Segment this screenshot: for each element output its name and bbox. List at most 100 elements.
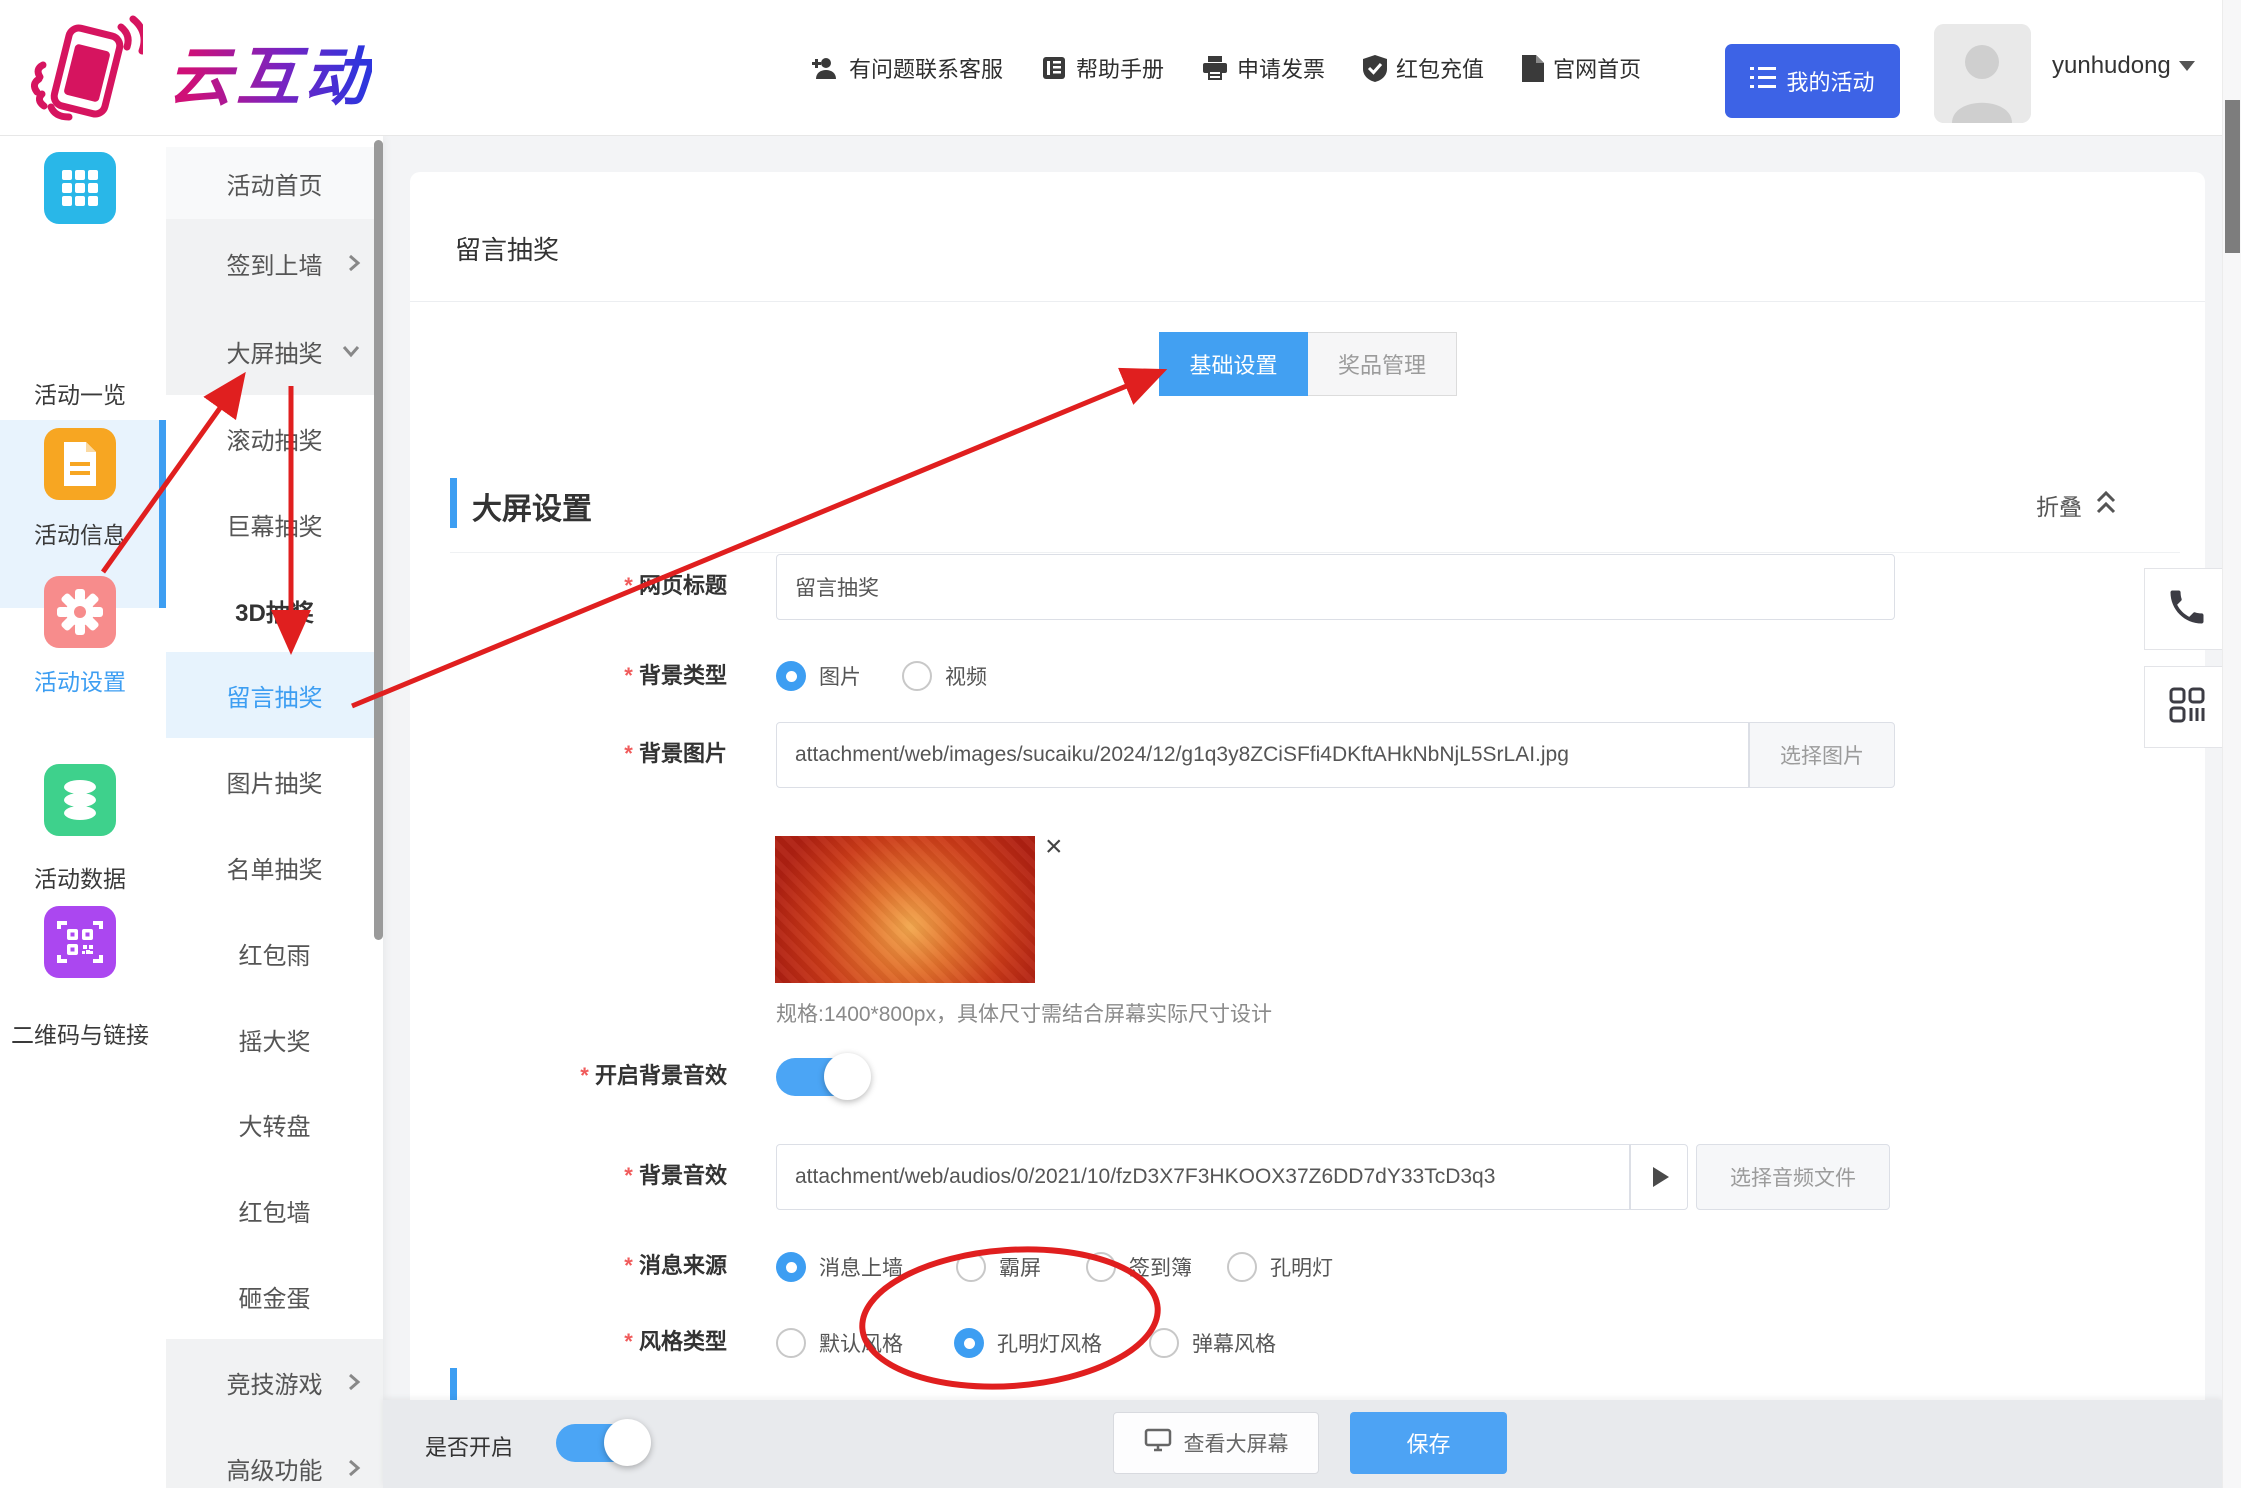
contact-phone-button[interactable] <box>2144 568 2230 650</box>
submenu-scrollbar[interactable] <box>374 140 383 940</box>
tab-prize-management[interactable]: 奖品管理 <box>1308 332 1457 396</box>
bg-image-input[interactable]: attachment/web/images/sucaiku/2024/12/g1… <box>776 722 1749 788</box>
database-icon[interactable] <box>44 764 116 836</box>
radio-icon <box>776 1328 806 1358</box>
menu-label: 红包墙 <box>239 1193 311 1228</box>
document-icon[interactable] <box>44 428 116 500</box>
submenu-panel: 活动首页 签到上墙 大屏抽奖 滚动抽奖 巨幕抽奖 3D抽奖 留言抽奖 图片抽奖 … <box>166 136 383 1488</box>
radio-bg-image[interactable]: 图片 <box>776 661 861 691</box>
menu-item-shake-prize[interactable]: 摇大奖 <box>166 996 383 1082</box>
close-icon[interactable]: × <box>1045 832 1063 862</box>
nav-official-home[interactable]: 官网首页 <box>1522 52 1641 84</box>
gear-icon[interactable] <box>44 576 116 648</box>
menu-label: 高级功能 <box>227 1451 323 1486</box>
menu-item-advanced-features[interactable]: 高级功能 <box>166 1425 383 1488</box>
menu-label: 3D抽奖 <box>235 593 314 628</box>
radio-default-style[interactable]: 默认风格 <box>776 1328 903 1358</box>
collapse-toggle[interactable]: 折叠 <box>2036 488 2118 522</box>
apps-grid-button[interactable] <box>2144 666 2230 748</box>
radio-icon <box>956 1252 986 1282</box>
menu-item-3d-lottery[interactable]: 3D抽奖 <box>166 567 383 653</box>
nav-label: 申请发票 <box>1237 52 1325 84</box>
my-activities-label: 我的活动 <box>1786 65 1874 97</box>
chevron-right-icon <box>347 1458 361 1478</box>
radio-sky-lantern[interactable]: 孔明灯 <box>1227 1252 1333 1282</box>
bg-audio-input[interactable]: attachment/web/audios/0/2021/10/fzD3X7F3… <box>776 1144 1630 1210</box>
username-label: yunhudong <box>2052 52 2171 80</box>
sidebar-item-activity-overview[interactable]: 活动一览 <box>0 376 160 410</box>
radio-bg-video[interactable]: 视频 <box>902 661 987 691</box>
menu-item-competitive-games[interactable]: 竞技游戏 <box>166 1339 383 1425</box>
view-bigscreen-button[interactable]: 查看大屏幕 <box>1113 1412 1319 1474</box>
menu-item-redpacket-rain[interactable]: 红包雨 <box>166 910 383 996</box>
menu-label: 滚动抽奖 <box>227 421 323 456</box>
menu-item-message-lottery[interactable]: 留言抽奖 <box>166 652 383 738</box>
nav-help-manual[interactable]: 帮助手册 <box>1041 52 1164 84</box>
logo-text: 云互动 <box>168 26 372 118</box>
menu-item-checkin-wall[interactable]: 签到上墙 <box>166 219 383 307</box>
monitor-icon <box>1144 1428 1172 1458</box>
nav-label: 官网首页 <box>1553 52 1641 84</box>
apps-grid-icon <box>2165 683 2209 732</box>
tab-basic-settings[interactable]: 基础设置 <box>1159 332 1308 396</box>
play-audio-button[interactable] <box>1630 1144 1688 1210</box>
sidebar-item-activity-data[interactable]: 活动数据 <box>0 860 160 894</box>
radio-sky-lantern-style[interactable]: 孔明灯风格 <box>954 1328 1102 1358</box>
menu-label: 签到上墙 <box>227 246 323 281</box>
menu-item-activity-home[interactable]: 活动首页 <box>166 147 383 219</box>
radio-checkin-book[interactable]: 签到簿 <box>1086 1252 1192 1282</box>
menu-item-rolling-lottery[interactable]: 滚动抽奖 <box>166 395 383 481</box>
avatar[interactable] <box>1934 24 2031 123</box>
menu-label: 活动首页 <box>227 166 323 201</box>
nav-contact-support[interactable]: 有问题联系客服 <box>812 52 1003 84</box>
nav-request-invoice[interactable]: 申请发票 <box>1202 52 1325 84</box>
radio-label: 视频 <box>945 661 987 691</box>
menu-item-giantscreen-lottery[interactable]: 巨幕抽奖 <box>166 481 383 567</box>
radio-label: 消息上墙 <box>819 1252 903 1282</box>
radio-message-wall[interactable]: 消息上墙 <box>776 1252 903 1282</box>
menu-label: 留言抽奖 <box>227 678 323 713</box>
sidebar-item-activity-settings[interactable]: 活动设置 <box>0 663 160 697</box>
menu-item-namelist-lottery[interactable]: 名单抽奖 <box>166 824 383 910</box>
radio-dominate-screen[interactable]: 霸屏 <box>956 1252 1041 1282</box>
save-button[interactable]: 保存 <box>1350 1412 1507 1474</box>
bg-sound-toggle[interactable] <box>776 1058 868 1096</box>
radio-label: 弹幕风格 <box>1192 1328 1276 1358</box>
list-icon <box>1750 66 1776 96</box>
menu-label: 砸金蛋 <box>239 1279 311 1314</box>
page-scrollbar-thumb[interactable] <box>2225 100 2240 253</box>
bg-image-label: 背景图片 <box>427 740 727 768</box>
grid-icon[interactable] <box>44 152 116 224</box>
menu-item-picture-lottery[interactable]: 图片抽奖 <box>166 738 383 824</box>
user-menu[interactable]: yunhudong <box>2052 52 2195 80</box>
chevron-right-icon <box>347 253 361 273</box>
menu-item-big-wheel[interactable]: 大转盘 <box>166 1081 383 1167</box>
msg-source-label: 消息来源 <box>427 1252 727 1280</box>
logo-phone-icon <box>25 13 143 130</box>
menu-label: 图片抽奖 <box>227 764 323 799</box>
qrcode-icon[interactable] <box>44 906 116 978</box>
bg-type-label: 背景类型 <box>427 662 727 690</box>
view-bigscreen-label: 查看大屏幕 <box>1184 1428 1289 1458</box>
nav-label: 有问题联系客服 <box>849 52 1003 84</box>
nav-label: 红包充值 <box>1396 52 1484 84</box>
divider <box>410 301 2205 302</box>
radio-label: 霸屏 <box>999 1252 1041 1282</box>
sidebar-item-qrcode-links[interactable]: 二维码与链接 <box>0 1016 160 1050</box>
page-scrollbar-track[interactable] <box>2222 0 2241 1488</box>
web-title-input[interactable]: 留言抽奖 <box>776 554 1895 620</box>
menu-item-golden-egg[interactable]: 砸金蛋 <box>166 1253 383 1339</box>
choose-audio-button[interactable]: 选择音频文件 <box>1696 1144 1890 1210</box>
choose-image-button[interactable]: 选择图片 <box>1749 722 1895 788</box>
enable-label: 是否开启 <box>425 1430 513 1462</box>
menu-item-bigscreen-lottery[interactable]: 大屏抽奖 <box>166 307 383 395</box>
section-accent-bar <box>450 478 457 528</box>
my-activities-button[interactable]: 我的活动 <box>1725 44 1900 118</box>
nav-redpacket-recharge[interactable]: 红包充值 <box>1363 52 1484 84</box>
book-icon <box>1041 55 1067 81</box>
menu-item-redpacket-wall[interactable]: 红包墙 <box>166 1167 383 1253</box>
radio-danmaku-style[interactable]: 弹幕风格 <box>1149 1328 1276 1358</box>
sidebar-item-activity-info[interactable]: 活动信息 <box>0 516 160 550</box>
enable-toggle[interactable] <box>556 1424 648 1462</box>
page-title: 留言抽奖 <box>455 230 559 267</box>
